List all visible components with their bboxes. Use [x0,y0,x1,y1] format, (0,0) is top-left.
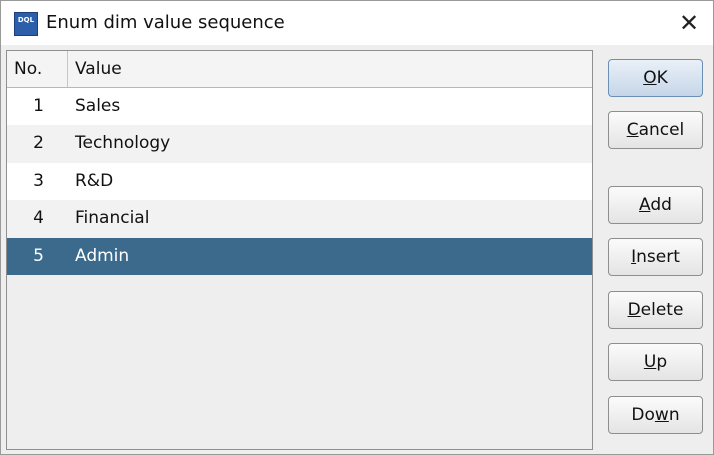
row-number: 5 [33,245,44,266]
delete-button-mnemonic: D [627,300,641,320]
title-bar[interactable]: DQL Enum dim value sequence ✕ [1,1,713,45]
up-button-mnemonic: U [643,352,657,372]
up-button[interactable]: Up [608,343,703,381]
insert-button-post: nsert [636,247,680,267]
row-number: 1 [33,96,44,116]
add-button[interactable]: Add [608,186,703,224]
down-button-mnemonic: w [654,405,669,425]
row-number: 4 [33,208,44,229]
app-logo-icon: DQL [14,12,38,36]
cancel-button-mnemonic: C [626,120,639,140]
table-rows: 1 Sales 2 Technology 3 R&D 4 Financial 5 [7,88,592,275]
down-button-pre: Do [631,405,655,425]
delete-button[interactable]: Delete [608,291,703,329]
ok-button-post: K [656,68,668,88]
table-row-selected[interactable]: 5 Admin [7,237,592,275]
table-row[interactable]: 4 Financial [7,200,592,238]
row-number: 2 [33,133,44,154]
row-value: Financial [75,208,150,229]
table-header: No. Value [7,51,592,88]
add-button-post: dd [650,195,672,215]
down-button-post: n [668,405,680,425]
table-row[interactable]: 3 R&D [7,162,592,201]
dialog-content: No. Value 1 Sales 2 Technology 3 R&D 4 F… [1,45,713,454]
row-value: Technology [75,133,171,154]
cancel-button-post: ancel [638,120,685,140]
column-header-value[interactable]: Value [68,51,592,87]
dialog-title: Enum dim value sequence [46,12,285,33]
close-icon[interactable]: ✕ [671,7,707,39]
delete-button-post: elete [640,300,684,320]
row-number: 3 [33,170,44,191]
ok-button-mnemonic: O [643,68,657,88]
row-value: R&D [75,170,114,191]
down-button[interactable]: Down [608,396,703,434]
column-header-no[interactable]: No. [7,51,68,87]
cancel-button[interactable]: Cancel [608,111,703,149]
add-button-mnemonic: A [639,195,651,215]
up-button-post: p [656,352,668,372]
dialog-window: DQL Enum dim value sequence ✕ No. Value … [0,0,714,455]
row-value: Sales [75,96,121,116]
row-value: Admin [75,245,130,266]
value-table[interactable]: No. Value 1 Sales 2 Technology 3 R&D 4 F… [6,50,593,450]
app-logo-text: DQL [17,16,35,24]
table-row[interactable]: 2 Technology [7,125,592,163]
ok-button[interactable]: OK [608,59,703,97]
table-row[interactable]: 1 Sales [7,88,592,126]
insert-button[interactable]: Insert [608,238,703,276]
